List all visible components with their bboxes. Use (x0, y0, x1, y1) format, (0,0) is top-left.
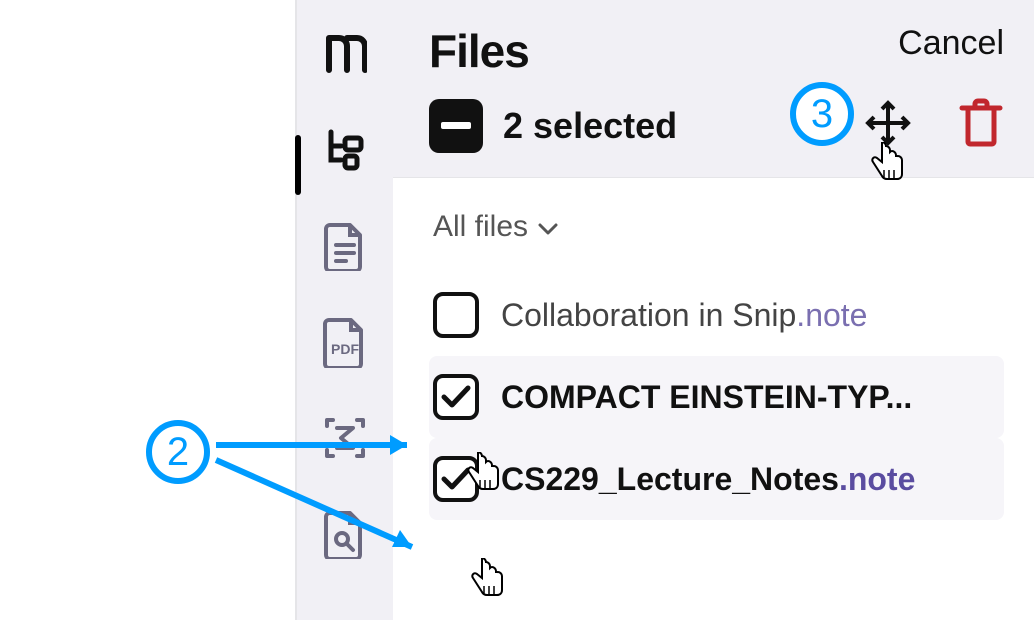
search-doc-icon[interactable] (315, 504, 375, 564)
sidebar-active-indicator (295, 135, 301, 195)
file-name-text: Collaboration in Snip (501, 297, 796, 333)
file-name-text: COMPACT EINSTEIN-TYP... (501, 379, 912, 415)
file-name: Collaboration in Snip.note (501, 297, 867, 334)
chevron-down-icon (538, 210, 558, 244)
file-ext: .note (839, 461, 915, 497)
filter-dropdown[interactable]: All files (433, 210, 1004, 244)
sigma-icon[interactable] (315, 408, 375, 468)
trash-icon[interactable] (958, 98, 1004, 153)
filter-label: All files (433, 210, 528, 244)
blank-region (0, 0, 295, 620)
checkbox[interactable] (433, 292, 479, 338)
pdf-icon[interactable]: PDF (315, 312, 375, 372)
list-item[interactable]: CS229_Lecture_Notes.note (429, 438, 1004, 520)
sidebar: PDF (295, 0, 393, 620)
selected-count-label: 2 selected (503, 105, 677, 147)
list-item[interactable]: Collaboration in Snip.note (429, 274, 1004, 356)
svg-text:PDF: PDF (331, 341, 359, 357)
list-item[interactable]: COMPACT EINSTEIN-TYP... (429, 356, 1004, 438)
page-title: Files (429, 24, 529, 78)
file-name: CS229_Lecture_Notes.note (501, 461, 915, 498)
logo-icon[interactable] (315, 24, 375, 84)
panel-header: Files Cancel 2 selected (393, 0, 1034, 178)
file-name-text: CS229_Lecture_Notes (501, 461, 839, 497)
files-panel: Files Cancel 2 selected (393, 0, 1034, 620)
annotation-badge-3: 3 (790, 82, 854, 146)
annotation-badge-2: 2 (146, 420, 210, 484)
file-name: COMPACT EINSTEIN-TYP... (501, 379, 912, 416)
cancel-button[interactable]: Cancel (898, 24, 1004, 63)
document-icon[interactable] (315, 216, 375, 276)
cursor-icon (470, 558, 506, 598)
checkbox[interactable] (433, 374, 479, 420)
cursor-icon (466, 452, 502, 492)
select-all-checkbox[interactable] (429, 99, 483, 153)
tree-view-icon[interactable] (315, 120, 375, 180)
file-ext: .note (796, 297, 867, 333)
cursor-icon (870, 142, 906, 182)
